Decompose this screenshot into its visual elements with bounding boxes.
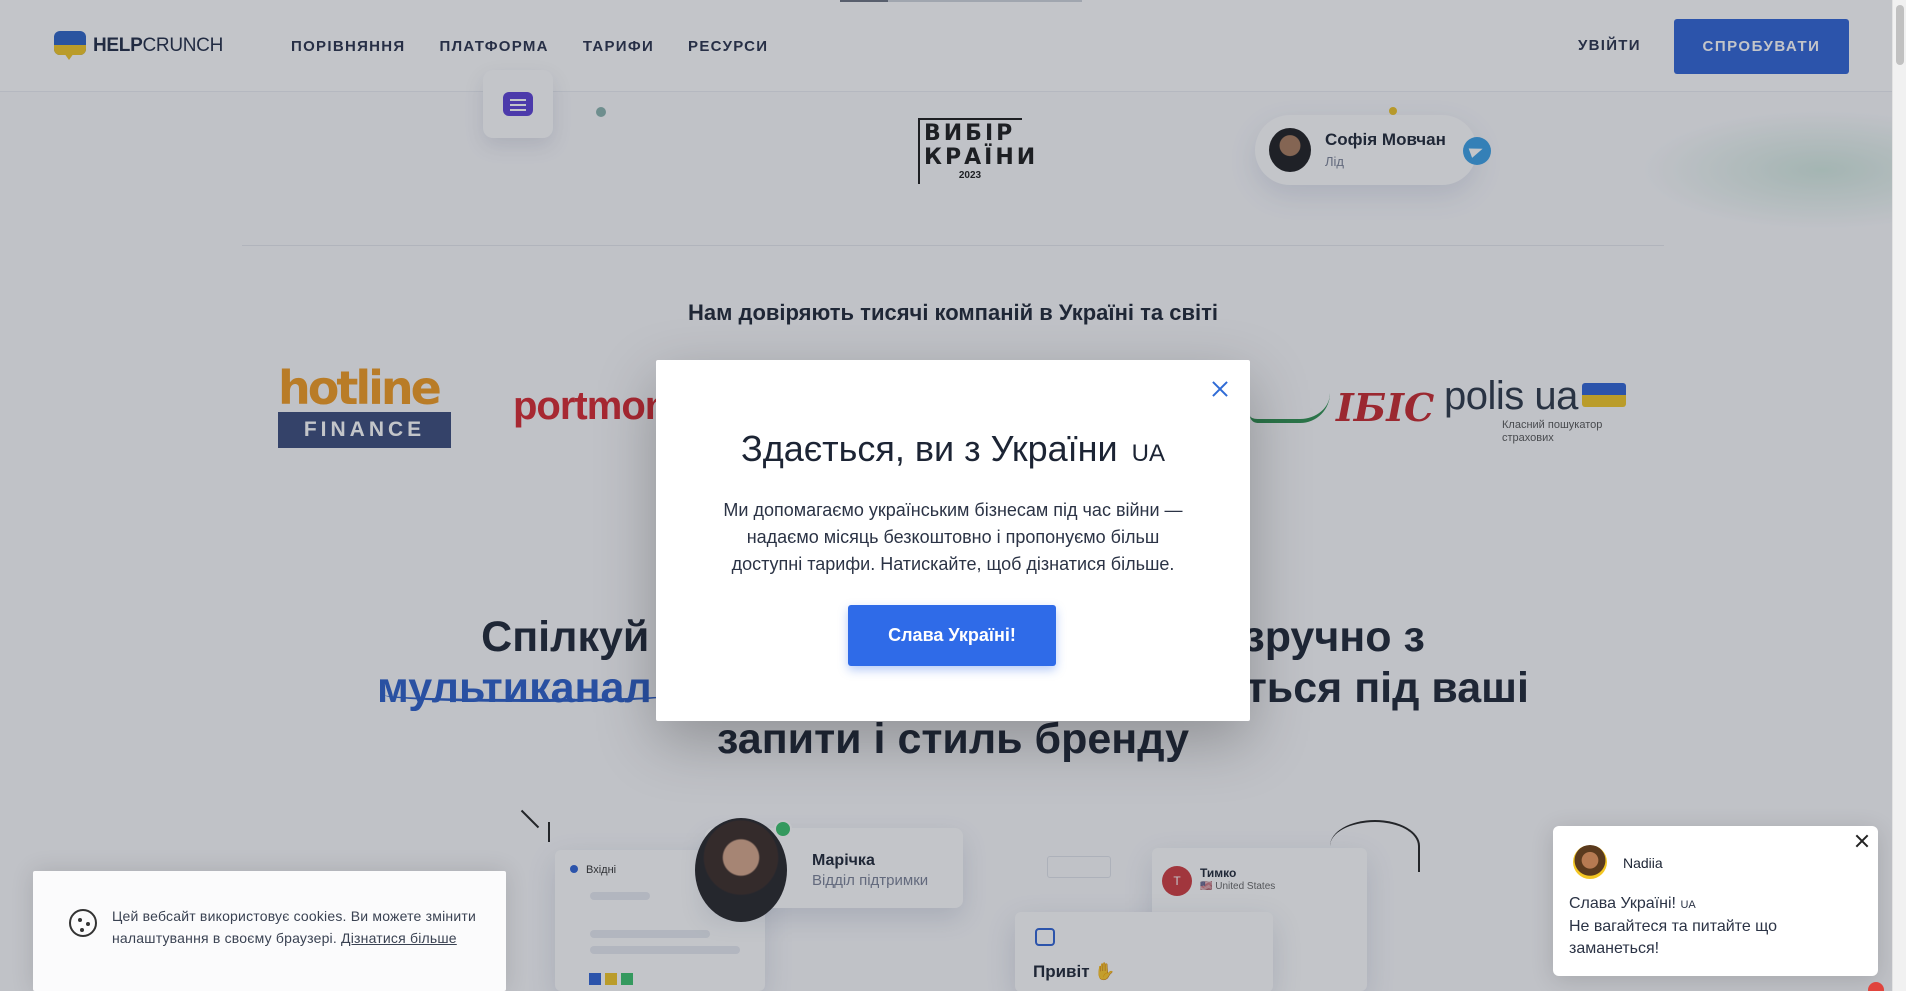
cookie-text: Цей вебсайт використовує cookies. Ви мож… (112, 908, 476, 946)
cookie-icon (69, 909, 97, 937)
modal-body: Ми допомагаємо українським бізнесам під … (723, 500, 1183, 574)
scrollbar[interactable] (1892, 0, 1906, 991)
close-icon[interactable] (1208, 377, 1232, 401)
country-code: UA (1131, 440, 1166, 467)
modal-title: Здається, ви з України UA (740, 428, 1166, 469)
chat-message: Слава Україні! UA Не вагайтеся та питайт… (1569, 895, 1778, 957)
cookie-learn-more-link[interactable]: Дізнатися більше (341, 930, 457, 946)
chat-agent-avatar (1573, 845, 1607, 879)
page: HELPCRUNCH ПОРІВНЯННЯ ПЛАТФОРМА ТАРИФИ Р… (0, 0, 1906, 991)
close-icon[interactable] (1855, 834, 1869, 848)
cookie-banner: Цей вебсайт використовує cookies. Ви мож… (33, 871, 506, 991)
chat-widget[interactable]: Nadiia Слава Україні! UA Не вагайтеся та… (1553, 826, 1878, 976)
chat-agent-name: Nadiia (1623, 855, 1663, 871)
glory-to-ukraine-button[interactable]: Слава Україні! (848, 605, 1056, 666)
chat-notification-badge[interactable] (1868, 982, 1884, 991)
